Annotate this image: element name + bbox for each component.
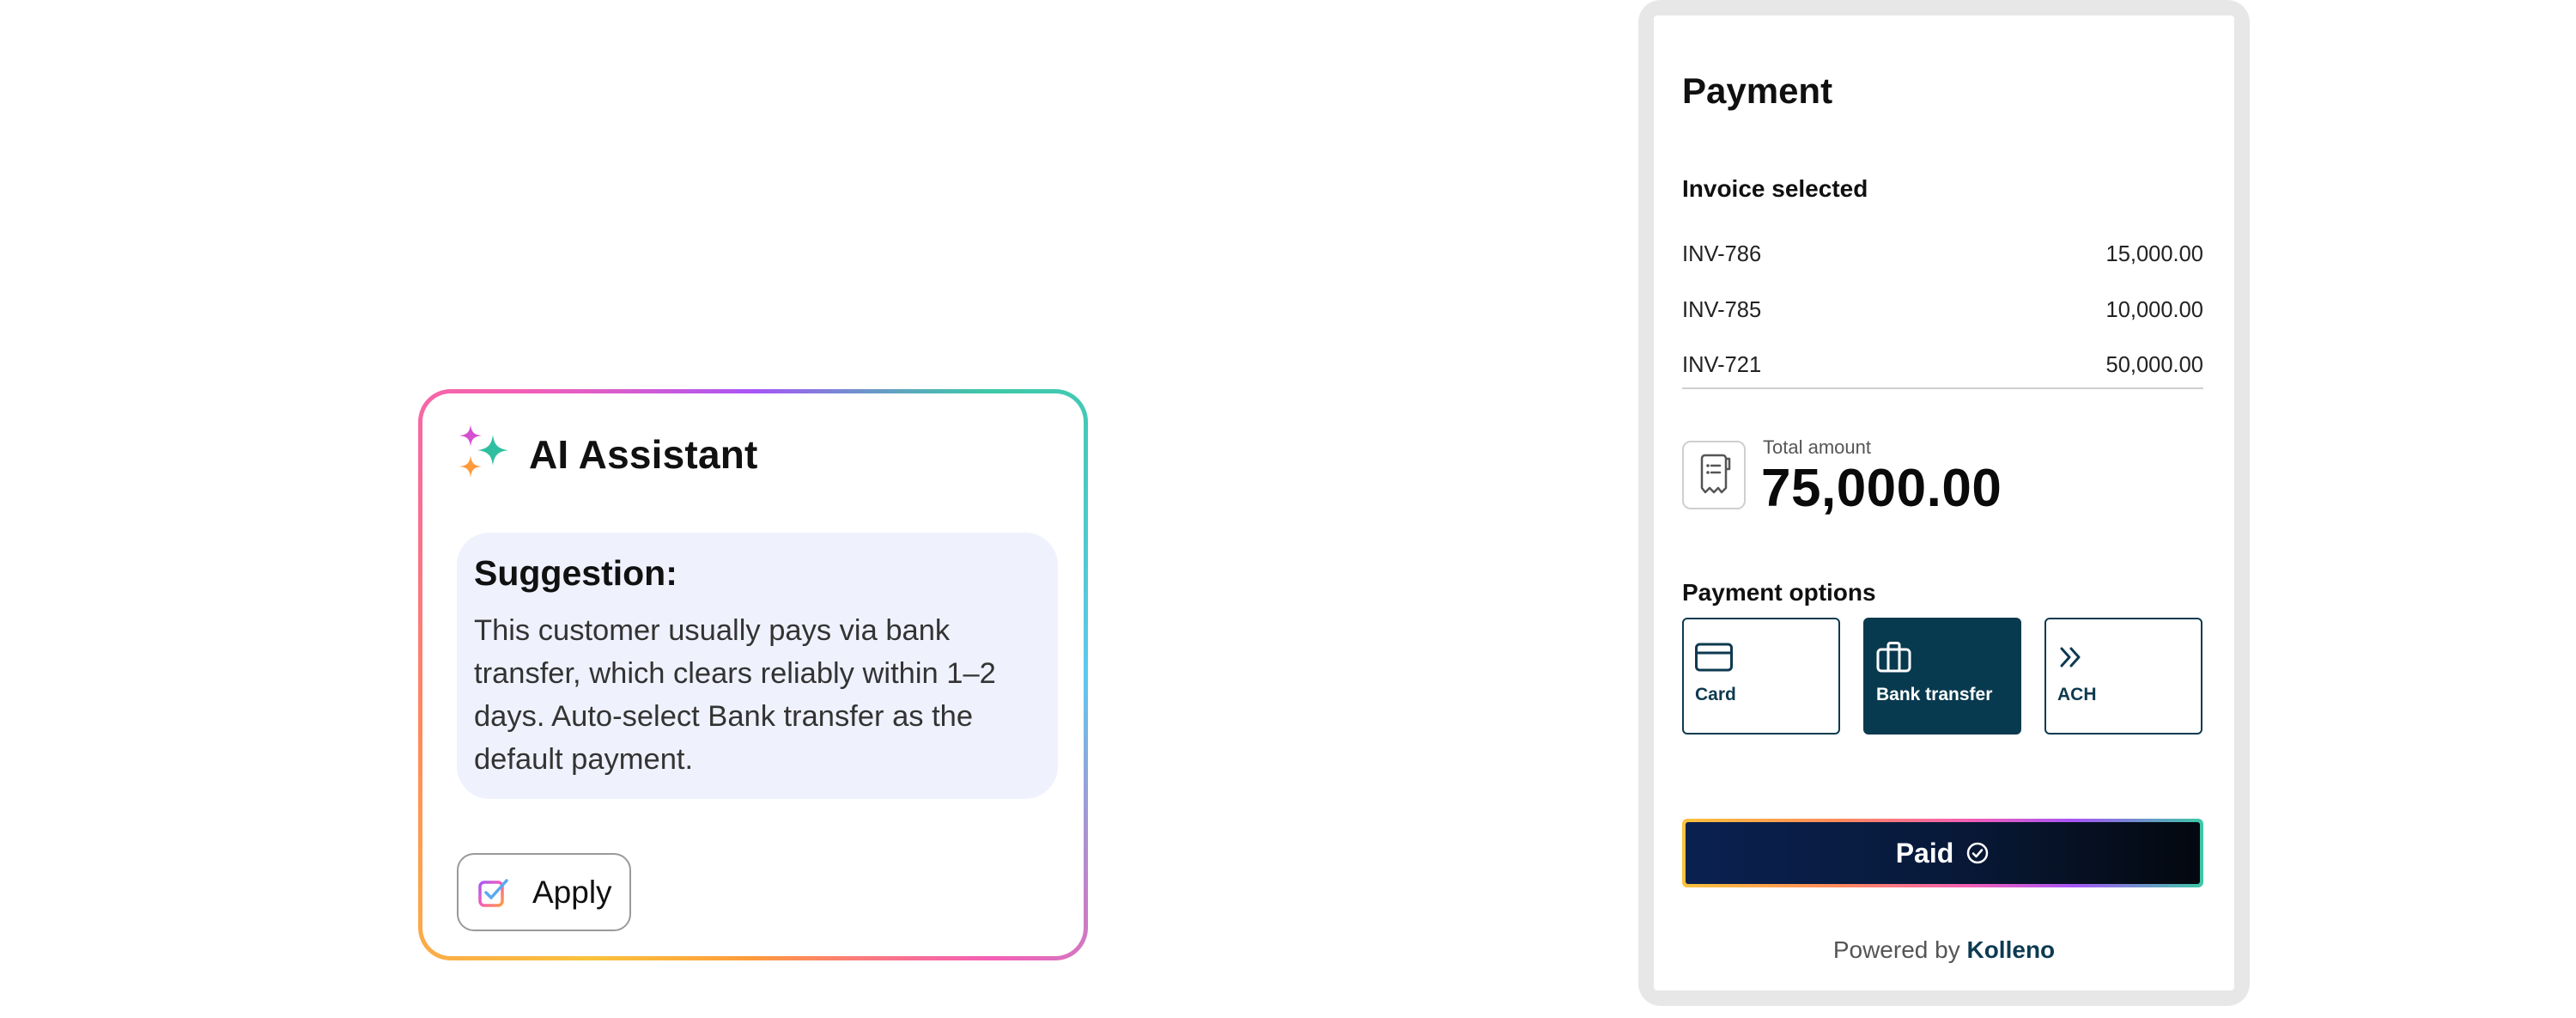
paid-button[interactable]: Paid [1682, 819, 2203, 887]
powered-by: Powered by Kolleno [1654, 936, 2234, 964]
payment-option-bank-transfer[interactable]: Bank transfer [1863, 618, 2021, 735]
receipt-icon-box [1682, 441, 1746, 509]
payment-option-card[interactable]: Card [1682, 618, 1840, 735]
total-amount-label: Total amount [1763, 436, 1871, 458]
apply-label: Apply [532, 874, 612, 910]
suggestion-label: Suggestion: [474, 553, 677, 593]
checklist-icon [478, 878, 508, 907]
invoice-divider [1682, 387, 2203, 389]
payment-option-label: Card [1695, 685, 1736, 704]
invoice-row: INV-721 50,000.00 [1682, 353, 2203, 378]
invoice-amount: 50,000.00 [2105, 353, 2203, 377]
payment-option-ach[interactable]: ACH [2044, 618, 2202, 735]
double-chevron-right-icon [2060, 647, 2081, 667]
total-amount-value: 75,000.00 [1761, 459, 2002, 518]
ai-assistant-card: AI Assistant Suggestion: This customer u… [418, 389, 1088, 960]
payment-frame: Payment Invoice selected INV-786 15,000.… [1638, 0, 2250, 1006]
payment-panel: Payment Invoice selected INV-786 15,000.… [1654, 15, 2234, 991]
powered-by-prefix: Powered by [1832, 936, 1960, 963]
apply-button[interactable]: Apply [457, 853, 631, 931]
suggestion-text: This customer usually pays via bank tran… [474, 614, 996, 776]
invoice-id: INV-786 [1682, 242, 1762, 266]
paid-button-inner: Paid [1686, 822, 2200, 884]
briefcase-icon [1876, 642, 1911, 673]
ai-assistant-title: AI Assistant [529, 432, 758, 477]
paid-label: Paid [1895, 837, 1954, 869]
payment-title: Payment [1682, 70, 1833, 111]
invoice-section-heading: Invoice selected [1682, 175, 1868, 202]
invoice-id: INV-785 [1682, 298, 1762, 322]
powered-by-brand: Kolleno [1966, 936, 2056, 963]
receipt-icon [1700, 454, 1731, 494]
check-circle-icon [1967, 842, 1989, 864]
suggestion-box: Suggestion: This customer usually pays v… [457, 533, 1058, 799]
invoice-amount: 10,000.00 [2105, 298, 2203, 322]
credit-card-icon [1695, 643, 1733, 672]
payment-option-label: Bank transfer [1876, 685, 1993, 704]
sparkles-icon [459, 424, 508, 478]
invoice-row: INV-786 15,000.00 [1682, 242, 2203, 267]
ai-assistant-header: AI Assistant [457, 424, 758, 485]
invoice-amount: 15,000.00 [2105, 242, 2203, 266]
payment-option-label: ACH [2057, 685, 2097, 704]
invoice-id: INV-721 [1682, 353, 1762, 377]
payment-options-heading: Payment options [1682, 579, 1876, 606]
invoice-row: INV-785 10,000.00 [1682, 298, 2203, 323]
ai-assistant-inner: AI Assistant Suggestion: This customer u… [422, 393, 1084, 956]
